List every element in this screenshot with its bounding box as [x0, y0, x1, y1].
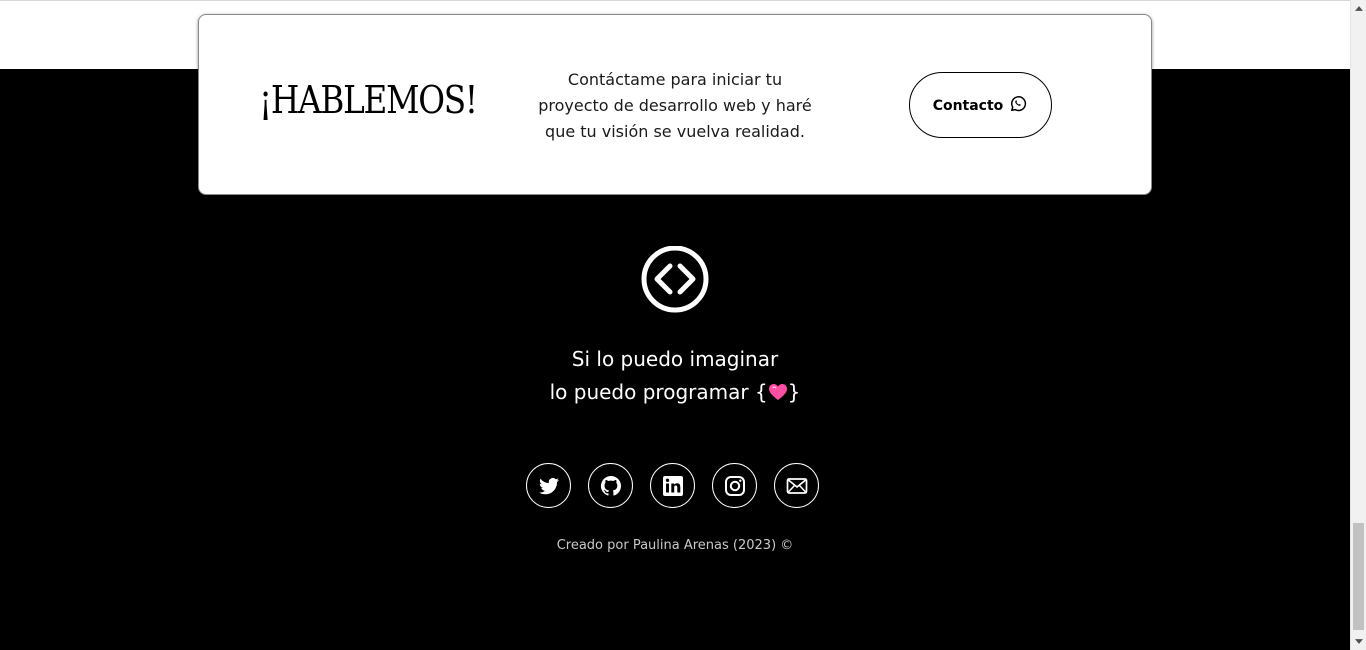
- whatsapp-icon: [1008, 94, 1028, 114]
- instagram-icon: [724, 475, 745, 496]
- scrollbar[interactable]: [1350, 0, 1366, 650]
- email-link[interactable]: [774, 463, 819, 508]
- twitter-link[interactable]: [526, 463, 571, 508]
- cta-description: Contáctame para iniciar tu proyecto de d…: [538, 70, 812, 141]
- code-brackets-icon: [640, 245, 710, 316]
- contact-card: ¡HABLEMOS! Contáctame para iniciar tu pr…: [198, 14, 1152, 195]
- contact-button-label: Contacto: [932, 98, 1004, 114]
- mail-icon: [786, 477, 807, 494]
- linkedin-link[interactable]: [650, 463, 695, 508]
- social-links: [526, 463, 826, 509]
- github-icon: [600, 475, 621, 496]
- scroll-down-arrow-icon[interactable]: [1351, 633, 1366, 650]
- motto-line-2-prefix: lo puedo programar {: [549, 380, 768, 404]
- linkedin-icon: [662, 475, 683, 496]
- twitter-icon: [538, 477, 559, 494]
- contact-button[interactable]: Contacto: [909, 72, 1052, 138]
- cta-title: ¡HABLEMOS!: [259, 78, 478, 122]
- motto-line-2-suffix: }: [787, 380, 801, 404]
- page: ¡HABLEMOS! Contáctame para iniciar tu pr…: [0, 0, 1366, 650]
- pink-heart-icon: [768, 378, 788, 400]
- instagram-link[interactable]: [712, 463, 757, 508]
- scroll-up-arrow-icon[interactable]: [1351, 0, 1366, 17]
- footer-credits: Creado por Paulina Arenas (2023) ©: [556, 538, 794, 553]
- motto-line-2: lo puedo programar {}: [475, 376, 875, 409]
- motto-line-1: Si lo puedo imaginar: [571, 347, 779, 371]
- footer-motto: Si lo puedo imaginar lo puedo programar …: [475, 343, 875, 409]
- scrollbar-thumb[interactable]: [1353, 523, 1364, 630]
- github-link[interactable]: [588, 463, 633, 508]
